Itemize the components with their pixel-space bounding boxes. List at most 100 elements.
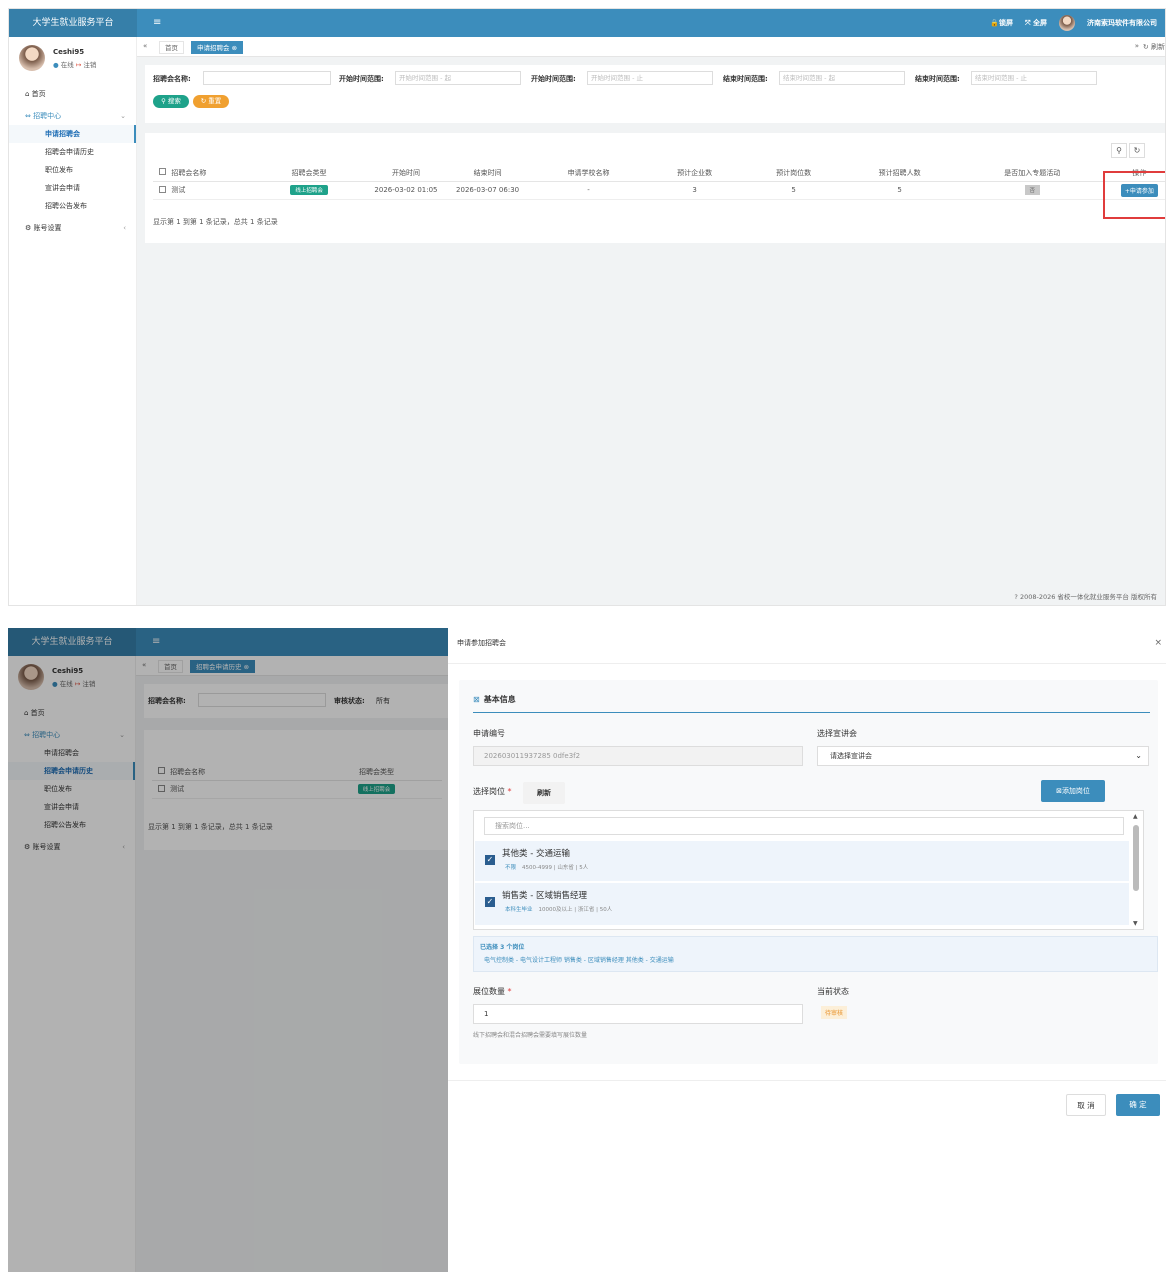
refresh-tab-button[interactable]: ↻ 刷新 (1143, 42, 1165, 52)
app-title[interactable]: 大学生就业服务平台 (9, 9, 137, 37)
tab-scroll-left-icon[interactable]: « (143, 42, 147, 50)
status-badge: 待审核 (821, 1006, 848, 1019)
scroll-up-icon[interactable]: ▲ (1133, 813, 1138, 820)
tab-scroll-right-icon[interactable]: » (1135, 42, 1139, 50)
fair-name-label: 招聘会名称: (153, 75, 191, 83)
scroll-thumb[interactable] (1133, 825, 1139, 891)
search-button[interactable]: ⚲ 搜索 (153, 95, 189, 108)
screenshot-apply-history-modal: 大学生就业服务平台 ≡ Ceshi95 ● 在线 ↦ 注销 ⌂ 首页 ⇔ 招聘中… (8, 628, 1166, 1272)
screenshot-apply-fair: 大学生就业服务平台 ≡ 🔒锁屏 ⤧ 全屏 济南索玛软件有限公司 Ceshi95 … (8, 8, 1166, 606)
position-label: 选择岗位 * (473, 787, 512, 796)
end-range-label-2: 结束时间范围: (915, 75, 960, 83)
highlight-box (1103, 171, 1165, 219)
table-summary: 显示第 1 到第 1 条记录，总共 1 条记录 (153, 218, 278, 226)
position-detail: 10000及以上 | 浙江省 | 50人 (538, 907, 613, 913)
sidebar-item-notice[interactable]: 招聘公告发布 (9, 197, 136, 215)
top-bar: 大学生就业服务平台 ≡ 🔒锁屏 ⤧ 全屏 济南索玛软件有限公司 (9, 9, 1165, 37)
close-tab-icon[interactable]: ⊗ (232, 44, 237, 52)
cell-people: 5 (846, 181, 953, 200)
fair-name-input[interactable] (203, 71, 331, 85)
sidebar-item-job-post[interactable]: 职位发布 (9, 161, 136, 179)
fullscreen-button[interactable]: ⤧ 全屏 (1025, 18, 1047, 28)
required-mark: * (507, 987, 512, 996)
tab-home[interactable]: 首页 (159, 41, 184, 54)
scrollbar[interactable]: ▲ ▼ (1131, 813, 1141, 927)
cancel-button[interactable]: 取 消 (1066, 1094, 1106, 1116)
refresh-positions-button[interactable]: 刷新 (523, 782, 565, 804)
fair-table: 招聘会名称 招聘会类型 开始时间 结束时间 申请学校名称 预计企业数 预计岗位数… (153, 165, 1165, 200)
col-header: 预计岗位数 (740, 165, 847, 182)
special-badge: 否 (1024, 185, 1041, 195)
lock-screen-button[interactable]: 🔒锁屏 (990, 18, 1013, 28)
sidebar-item-talk-apply[interactable]: 宣讲会申请 (9, 179, 136, 197)
close-icon[interactable]: × (1154, 638, 1162, 648)
end-to-input[interactable]: 结束时间范围 - 止 (971, 71, 1097, 85)
talk-select[interactable]: 请选择宣讲会 ⌄ (817, 746, 1149, 766)
selected-count: 已选择 3 个岗位 (480, 944, 525, 951)
col-header: 是否加入专题活动 (952, 165, 1112, 182)
logout-link[interactable]: 注销 (83, 61, 96, 69)
scroll-down-icon[interactable]: ▼ (1133, 920, 1138, 927)
sidebar-group-recruit[interactable]: ⇔ 招聘中心 ⌄ (9, 107, 136, 125)
position-list: 搜索岗位... ✓ 其他类 - 交通运输 不限 4500-4999 | 山东省 |… (473, 810, 1144, 930)
col-header: 申请学校名称 (528, 165, 649, 182)
section-divider (473, 712, 1150, 713)
required-mark: * (507, 787, 512, 796)
start-to-input[interactable]: 开始时间范围 - 止 (587, 71, 713, 85)
chevron-left-icon: ‹ (123, 224, 126, 232)
add-position-button[interactable]: ⊠添加岗位 (1041, 780, 1105, 802)
col-header: 预计企业数 (648, 165, 741, 182)
user-avatar (19, 45, 45, 71)
cell-end: 2026-03-07 06:30 (446, 181, 529, 200)
sidebar-item-account[interactable]: ⚙ 账号设置 ‹ (9, 219, 136, 237)
confirm-button[interactable]: 确 定 (1116, 1094, 1160, 1116)
start-from-input[interactable]: 开始时间范围 - 起 (395, 71, 521, 85)
position-detail: 4500-4999 | 山东省 | 5人 (522, 865, 589, 871)
position-search-input[interactable]: 搜索岗位... (484, 817, 1124, 835)
end-from-input[interactable]: 结束时间范围 - 起 (779, 71, 905, 85)
chevron-down-icon: ⌄ (1135, 751, 1142, 760)
menu-toggle-icon[interactable]: ≡ (153, 17, 161, 28)
table-search-icon[interactable]: ⚲ (1111, 143, 1127, 158)
position-tag: 本科生毕业 (505, 907, 533, 913)
expand-icon: ⤧ (1024, 19, 1033, 27)
checkbox-checked-icon[interactable]: ✓ (485, 855, 495, 865)
table-refresh-icon[interactable]: ↻ (1129, 143, 1145, 158)
col-header: 招聘会类型 (252, 165, 366, 182)
talk-select-label: 选择宣讲会 (817, 729, 857, 738)
reset-button[interactable]: ↻ 重置 (193, 95, 229, 108)
select-all-checkbox[interactable] (153, 165, 172, 182)
col-header: 预计招聘人数 (846, 165, 953, 182)
logout-icon[interactable]: ↦ (76, 61, 81, 69)
cell-positions: 5 (740, 181, 847, 200)
sidebar-menu: ⌂ 首页 ⇔ 招聘中心 ⌄ 申请招聘会 招聘会申请历史 职位发布 宣讲会申请 招聘… (9, 85, 136, 237)
sidebar-item-home[interactable]: ⌂ 首页 (9, 85, 136, 103)
selected-positions-box: 已选择 3 个岗位 电气控制类 - 电气设计工程师 销售类 - 区域销售经理 其… (473, 936, 1158, 972)
tab-bar: « 首页 申请招聘会 ⊗ » ↻ 刷新 (137, 37, 1165, 57)
checkbox-checked-icon[interactable]: ✓ (485, 897, 495, 907)
modal-header: 申请参加招聘会 × (448, 628, 1166, 664)
gear-icon: ⚙ (25, 224, 34, 232)
user-name: Ceshi95 (53, 48, 85, 56)
position-item[interactable]: ✓ 其他类 - 交通运输 不限 4500-4999 | 山东省 | 5人 (475, 841, 1129, 881)
modal-body: ⊠ 基本信息 申请编号 202603011937285 0dfe3f2 选择宣讲会… (459, 680, 1158, 1064)
filter-panel: 招聘会名称: 开始时间范围: 开始时间范围 - 起 开始时间范围: 开始时间范围… (145, 65, 1165, 123)
tab-apply-fair[interactable]: 申请招聘会 ⊗ (191, 41, 244, 54)
company-name[interactable]: 济南索玛软件有限公司 (1087, 18, 1157, 28)
position-title: 其他类 - 交通运输 (502, 849, 570, 859)
sidebar-item-apply-fair[interactable]: 申请招聘会 (9, 125, 136, 143)
booth-hint: 线下招聘会和混合招聘会需要填写展位数量 (473, 1032, 588, 1039)
online-status: 在线 (60, 61, 74, 69)
col-header: 招聘会名称 (171, 165, 253, 182)
sidebar-item-apply-history[interactable]: 招聘会申请历史 (9, 143, 136, 161)
avatar[interactable] (1059, 15, 1075, 31)
modal-footer-divider (448, 1080, 1166, 1081)
booth-input[interactable]: 1 (473, 1004, 803, 1024)
apply-no-label: 申请编号 (473, 729, 505, 738)
position-item[interactable]: ✓ 销售类 - 区域销售经理 本科生毕业 10000及以上 | 浙江省 | 50人 (475, 883, 1129, 925)
sidebar: Ceshi95 ● 在线 ↦ 注销 ⌂ 首页 ⇔ 招聘中心 ⌄ 申请招聘会 招聘会… (9, 37, 137, 605)
table-panel: ⚲ ↻ 招聘会名称 招聘会类型 开始时间 结束时间 申请学校名称 预计企业数 预… (145, 133, 1165, 243)
lock-icon: 🔒 (990, 19, 999, 27)
online-dot-icon: ● (53, 61, 59, 69)
row-checkbox[interactable] (153, 181, 172, 200)
